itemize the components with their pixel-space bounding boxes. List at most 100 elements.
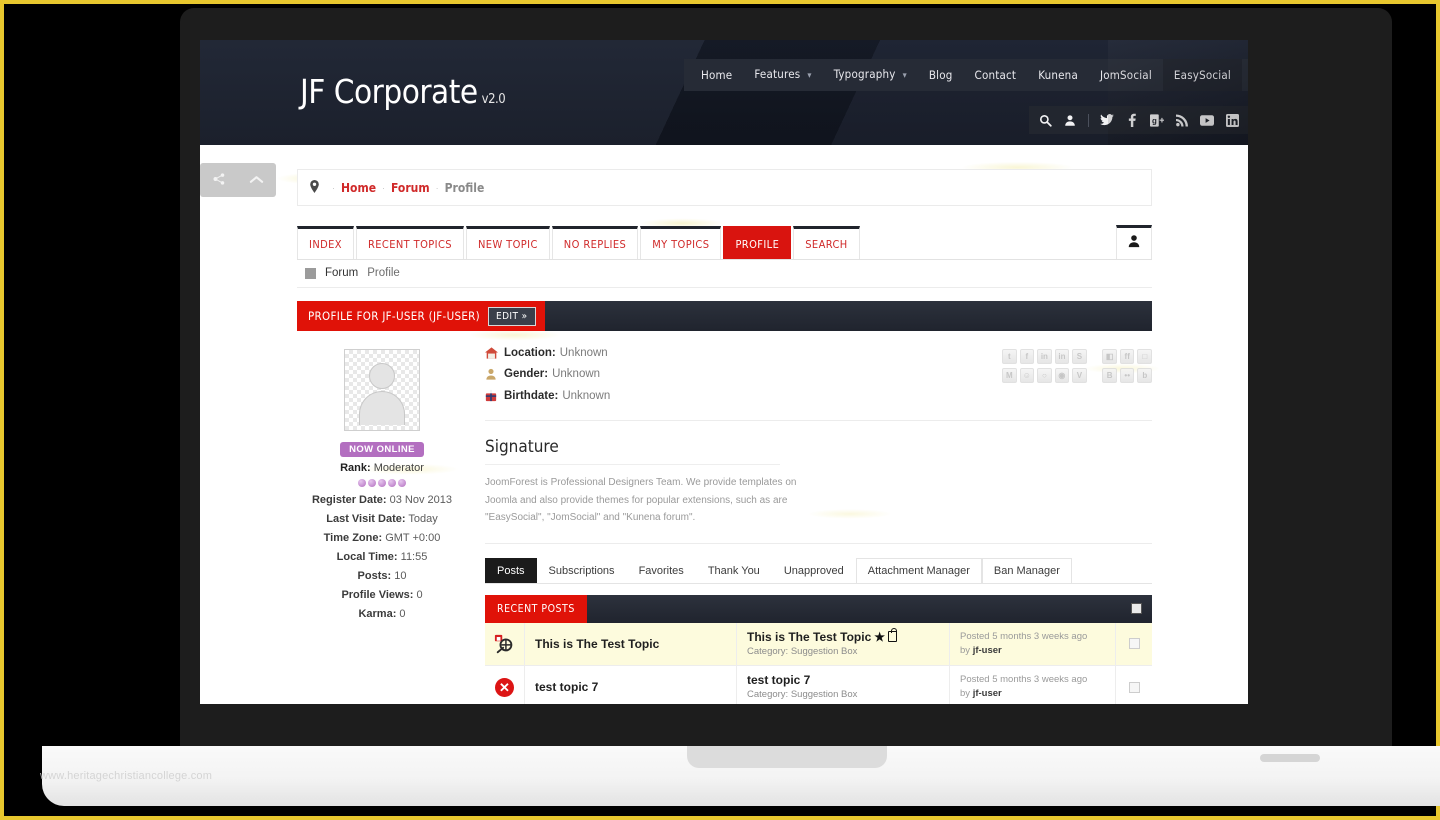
facebook-icon[interactable] bbox=[1125, 113, 1139, 127]
row-checkbox[interactable] bbox=[1128, 638, 1140, 650]
post-author[interactable]: jf-user bbox=[973, 688, 1002, 699]
site-logo[interactable]: JF Corporate v2.0 bbox=[300, 72, 506, 111]
post-topic-title[interactable]: test topic 7 bbox=[747, 673, 810, 687]
delicious-link-icon[interactable]: ◧ bbox=[1102, 349, 1117, 364]
linkedin-icon[interactable] bbox=[1225, 113, 1239, 127]
stat-value: 0 bbox=[416, 589, 423, 601]
tab-posts[interactable]: Posts bbox=[485, 557, 537, 583]
tab-ban-manager[interactable]: Ban Manager bbox=[981, 557, 1072, 583]
profile-sidebar: NOW ONLINE Rank: Moderator Register Date… bbox=[297, 345, 467, 704]
tab-thank-you[interactable]: Thank You bbox=[696, 558, 772, 583]
bebo-link-icon[interactable]: b bbox=[1137, 368, 1153, 383]
stat-value: 10 bbox=[394, 570, 407, 582]
user-icon[interactable] bbox=[1063, 113, 1077, 127]
profile-header-bar: PROFILE FOR JF-USER (JF-USER) EDIT » bbox=[297, 301, 1152, 331]
info-label: Birthdate: bbox=[504, 389, 559, 402]
recent-posts-title: RECENT POSTS bbox=[485, 594, 587, 623]
social-gap bbox=[1090, 349, 1100, 364]
nav-item-home[interactable]: Home bbox=[690, 59, 743, 91]
subnav-item-forum[interactable]: Forum bbox=[325, 267, 358, 279]
tab-unapproved[interactable]: Unapproved bbox=[772, 558, 856, 583]
tab-recent-topics[interactable]: RECENT TOPICS bbox=[355, 226, 464, 259]
vimeo-link-icon[interactable]: V bbox=[1072, 368, 1087, 383]
user-icon bbox=[1127, 234, 1141, 253]
nav-item-blog[interactable]: Blog bbox=[918, 59, 964, 91]
tab-new-topic[interactable]: NEW TOPIC bbox=[465, 226, 550, 259]
tab-my-topics[interactable]: MY TOPICS bbox=[640, 226, 722, 259]
forum-home-icon[interactable] bbox=[305, 267, 316, 279]
blogger-link-icon[interactable]: B bbox=[1102, 368, 1117, 383]
nav-item-contact[interactable]: Contact bbox=[964, 59, 1028, 91]
avatar[interactable] bbox=[344, 349, 420, 431]
flickr-link-icon[interactable]: •• bbox=[1119, 368, 1135, 383]
info-value: Unknown bbox=[559, 347, 608, 359]
breadcrumb-item-home[interactable]: Home bbox=[341, 181, 376, 195]
rss-icon[interactable] bbox=[1175, 113, 1189, 127]
edit-profile-button[interactable]: EDIT » bbox=[488, 306, 536, 326]
twitter-link-icon[interactable]: t bbox=[1002, 349, 1017, 364]
side-tools-widget bbox=[200, 163, 276, 197]
tab-search[interactable]: SEARCH bbox=[793, 226, 860, 259]
linkedin2-link-icon[interactable]: in bbox=[1054, 349, 1070, 364]
gender-icon bbox=[485, 368, 499, 380]
gmail-link-icon[interactable]: M bbox=[1002, 368, 1017, 383]
linkedin-link-icon[interactable]: in bbox=[1037, 349, 1052, 364]
breadcrumb-item-profile: Profile bbox=[444, 180, 485, 195]
facebook-link-icon[interactable]: f bbox=[1019, 349, 1035, 364]
tab-subscriptions[interactable]: Subscriptions bbox=[537, 558, 627, 583]
icq-link-icon[interactable]: ○ bbox=[1037, 368, 1052, 383]
post-posted-time: Posted 5 months 3 weeks ago bbox=[960, 674, 1088, 685]
unapproved-icon: ✕ bbox=[485, 666, 525, 704]
google-plus-icon[interactable]: g bbox=[1150, 113, 1164, 127]
search-icon[interactable] bbox=[1038, 113, 1052, 127]
stat-label: Profile Views: bbox=[341, 589, 414, 601]
rank-line: Rank: Moderator bbox=[297, 462, 467, 474]
tab-profile[interactable]: PROFILE bbox=[723, 226, 792, 259]
breadcrumb-item-forum[interactable]: Forum bbox=[391, 181, 430, 195]
youtube-icon[interactable] bbox=[1200, 113, 1214, 127]
table-row[interactable]: ✕ test topic 7 test topic 7 Category: Su… bbox=[485, 666, 1152, 704]
twitter-icon[interactable] bbox=[1100, 113, 1114, 127]
table-row[interactable]: This is The Test Topic This is The Test … bbox=[485, 622, 1152, 666]
nav-item-typography[interactable]: Typography bbox=[823, 58, 918, 92]
tab-attachment-manager[interactable]: Attachment Manager bbox=[855, 557, 982, 583]
post-topic-line: test topic 7 bbox=[747, 673, 939, 687]
nav-item-features[interactable]: Features bbox=[743, 58, 822, 92]
friendfeed-link-icon[interactable]: ff bbox=[1119, 349, 1135, 364]
post-topic-cell: test topic 7 Category: Suggestion Box bbox=[737, 666, 950, 704]
nav-item-easysocial[interactable]: EasySocial bbox=[1162, 59, 1242, 91]
tab-favorites[interactable]: Favorites bbox=[627, 558, 696, 583]
stat-register-date: Register Date: 03 Nov 2013 bbox=[297, 494, 467, 506]
lock-icon bbox=[888, 628, 898, 642]
post-select-cell bbox=[1116, 623, 1152, 666]
social-row-1: t f in in S ◧ ff □ bbox=[1002, 349, 1153, 364]
stat-label: Register Date: bbox=[311, 494, 387, 506]
tab-user-menu[interactable] bbox=[1116, 225, 1152, 259]
signature-heading: Signature bbox=[485, 437, 559, 457]
page-title: PROFILE FOR JF-USER (JF-USER) bbox=[308, 309, 480, 323]
post-category: Category: Suggestion Box bbox=[747, 646, 939, 657]
locked-hot-topic-icon bbox=[485, 622, 525, 665]
scroll-up-icon[interactable] bbox=[249, 174, 264, 187]
post-author-line: by jf-user bbox=[960, 687, 1105, 701]
page-content: · Home · Forum · Profile INDEX RECENT TO… bbox=[200, 145, 1248, 704]
myspace-link-icon[interactable]: □ bbox=[1137, 349, 1153, 364]
rank-label: Rank: bbox=[340, 462, 371, 474]
rank-dot bbox=[358, 479, 366, 487]
row-checkbox[interactable] bbox=[1128, 681, 1140, 693]
tab-no-replies[interactable]: NO REPLIES bbox=[551, 226, 639, 259]
select-all-checkbox[interactable] bbox=[1131, 603, 1142, 614]
laptop-notch bbox=[687, 746, 887, 768]
aim-link-icon[interactable]: ☺ bbox=[1019, 368, 1035, 383]
tab-index[interactable]: INDEX bbox=[297, 226, 354, 259]
post-author[interactable]: jf-user bbox=[973, 645, 1002, 656]
nav-item-kunena[interactable]: Kunena bbox=[1027, 59, 1089, 91]
skype-link-icon[interactable]: S bbox=[1072, 349, 1087, 364]
share-icon[interactable] bbox=[212, 172, 226, 188]
x-circle-icon: ✕ bbox=[495, 677, 514, 697]
nav-item-jomsocial[interactable]: JomSocial bbox=[1089, 59, 1163, 91]
stat-value: Today bbox=[408, 513, 438, 525]
post-topic-title[interactable]: This is The Test Topic bbox=[747, 630, 871, 644]
social-gap bbox=[1090, 368, 1100, 383]
yahoo-link-icon[interactable]: ◉ bbox=[1054, 368, 1070, 383]
